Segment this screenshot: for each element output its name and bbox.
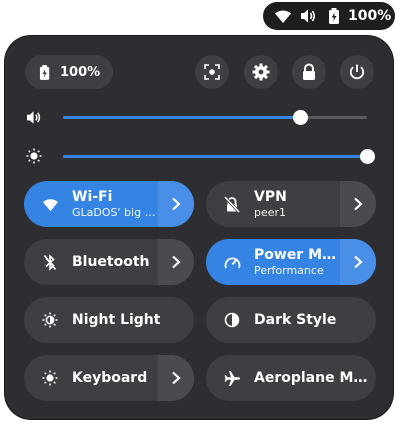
- wifi-icon: [40, 194, 60, 214]
- night-light-icon: [40, 310, 60, 330]
- chevron-right-icon: [353, 255, 363, 269]
- volume-slider-row: [25, 107, 375, 127]
- tile-vpn[interactable]: VPN peer1: [206, 181, 376, 227]
- volume-slider-fill: [63, 116, 301, 119]
- chevron-right-icon: [353, 197, 363, 211]
- wifi-icon: [273, 6, 293, 26]
- dark-style-icon: [222, 310, 242, 330]
- tile-keyboard[interactable]: Keyboard: [24, 355, 194, 401]
- tile-bluetooth[interactable]: Bluetooth: [24, 239, 194, 285]
- settings-button[interactable]: [244, 55, 278, 89]
- power-mode-menu-button[interactable]: [340, 239, 376, 285]
- brightness-slider-fill: [63, 155, 367, 158]
- tile-night-light[interactable]: Night Light: [24, 297, 194, 343]
- tile-title: Night Light: [72, 312, 161, 328]
- battery-charging-icon: [325, 6, 345, 26]
- brightness-slider-knob[interactable]: [360, 149, 375, 164]
- battery-charging-icon: [39, 64, 52, 81]
- vpn-menu-button[interactable]: [340, 181, 376, 227]
- tile-power-mode[interactable]: Power Mode Performance: [206, 239, 376, 285]
- topbar-battery-label: 100%: [348, 8, 392, 24]
- tile-subtitle: peer1: [254, 206, 287, 219]
- volume-slider[interactable]: [63, 110, 367, 125]
- bluetooth-toggle[interactable]: Bluetooth: [24, 239, 158, 285]
- tile-title: Dark Style: [254, 312, 337, 328]
- power-mode-icon: [222, 252, 242, 272]
- volume-slider-knob[interactable]: [293, 110, 309, 125]
- tile-aeroplane-mode[interactable]: Aeroplane Mode: [206, 355, 376, 401]
- power-button[interactable]: [340, 55, 374, 89]
- lock-button[interactable]: [292, 55, 326, 89]
- battery-button[interactable]: 100%: [25, 55, 113, 89]
- keyboard-brightness-toggle[interactable]: Keyboard: [24, 355, 158, 401]
- tile-subtitle: GLaDOS' big …: [72, 206, 156, 219]
- tile-title: Keyboard: [72, 370, 148, 386]
- battery-label: 100%: [60, 64, 101, 80]
- tile-dark-style[interactable]: Dark Style: [206, 297, 376, 343]
- tile-title: VPN: [254, 189, 287, 205]
- aeroplane-mode-toggle[interactable]: Aeroplane Mode: [206, 355, 376, 401]
- brightness-icon: [25, 147, 43, 165]
- power-icon: [348, 63, 366, 81]
- dark-style-toggle[interactable]: Dark Style: [206, 297, 376, 343]
- gear-icon: [252, 63, 270, 81]
- vpn-off-icon: [222, 194, 242, 214]
- brightness-slider[interactable]: [63, 149, 375, 164]
- aeroplane-icon: [222, 368, 242, 388]
- wifi-toggle[interactable]: Wi-Fi GLaDOS' big …: [24, 181, 158, 227]
- keyboard-brightness-icon: [40, 368, 60, 388]
- tile-title: Bluetooth: [72, 254, 150, 270]
- top-bar-status-area[interactable]: 100%: [263, 2, 395, 30]
- tile-title: Aeroplane Mode: [254, 370, 376, 386]
- brightness-slider-row: [25, 146, 375, 166]
- volume-icon: [299, 6, 319, 26]
- bluetooth-off-icon: [40, 252, 60, 272]
- chevron-right-icon: [171, 371, 181, 385]
- volume-icon: [25, 108, 43, 126]
- power-mode-toggle[interactable]: Power Mode Performance: [206, 239, 340, 285]
- screenshot-button[interactable]: [195, 55, 229, 89]
- bluetooth-menu-button[interactable]: [158, 239, 194, 285]
- vpn-toggle[interactable]: VPN peer1: [206, 181, 340, 227]
- lock-icon: [301, 63, 317, 81]
- keyboard-menu-button[interactable]: [158, 355, 194, 401]
- night-light-toggle[interactable]: Night Light: [24, 297, 194, 343]
- chevron-right-icon: [171, 255, 181, 269]
- tile-title: Power Mode: [254, 247, 340, 263]
- quick-settings-panel: 100% Wi-Fi GLaDOS' big … VPN peer1 Bluet…: [5, 36, 393, 419]
- tile-title: Wi-Fi: [72, 189, 113, 205]
- screenshot-icon: [203, 63, 221, 81]
- tile-subtitle: Performance: [254, 264, 324, 277]
- tile-wifi[interactable]: Wi-Fi GLaDOS' big …: [24, 181, 194, 227]
- wifi-menu-button[interactable]: [158, 181, 194, 227]
- chevron-right-icon: [171, 197, 181, 211]
